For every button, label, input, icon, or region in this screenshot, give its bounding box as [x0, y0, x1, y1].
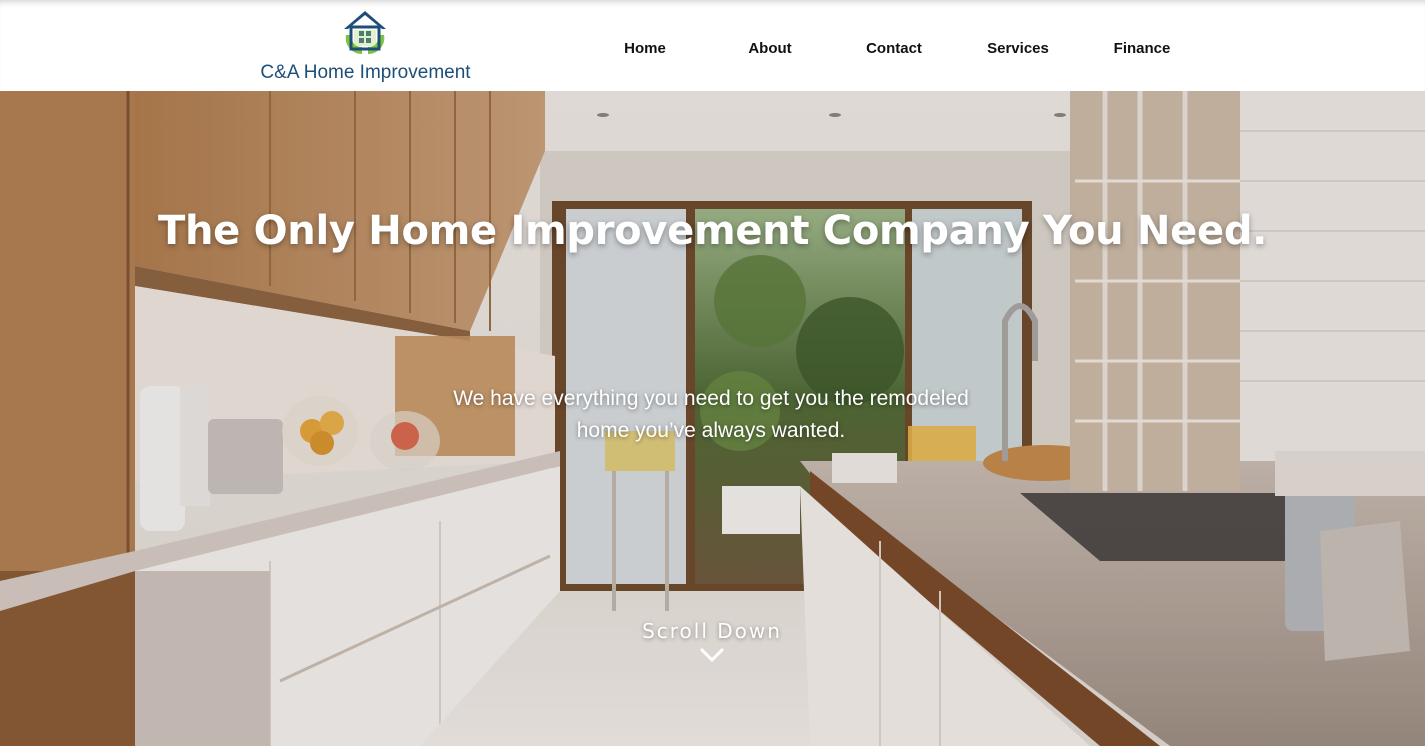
scroll-down-label: Scroll Down: [642, 619, 782, 643]
hero-headline: The Only Home Improvement Company You Ne…: [157, 208, 1268, 254]
main-nav: Home About Contact Services Finance: [583, 0, 1203, 91]
site-header: C&A Home Improvement Home About Contact …: [0, 0, 1425, 91]
chevron-down-icon: [699, 647, 725, 663]
logo-text: C&A Home Improvement: [260, 62, 471, 83]
nav-item-contact[interactable]: Contact: [832, 40, 956, 57]
house-hands-logo-icon: [344, 11, 386, 54]
scroll-down-button[interactable]: Scroll Down: [612, 619, 812, 679]
nav-item-services[interactable]: Services: [956, 40, 1080, 57]
hero-section: The Only Home Improvement Company You Ne…: [0, 91, 1425, 746]
site-logo[interactable]: C&A Home Improvement: [258, 6, 473, 86]
nav-item-finance[interactable]: Finance: [1080, 40, 1204, 57]
nav-item-home[interactable]: Home: [583, 40, 707, 57]
nav-item-about[interactable]: About: [708, 40, 832, 57]
hero-subline: We have everything you need to get you t…: [453, 387, 969, 442]
